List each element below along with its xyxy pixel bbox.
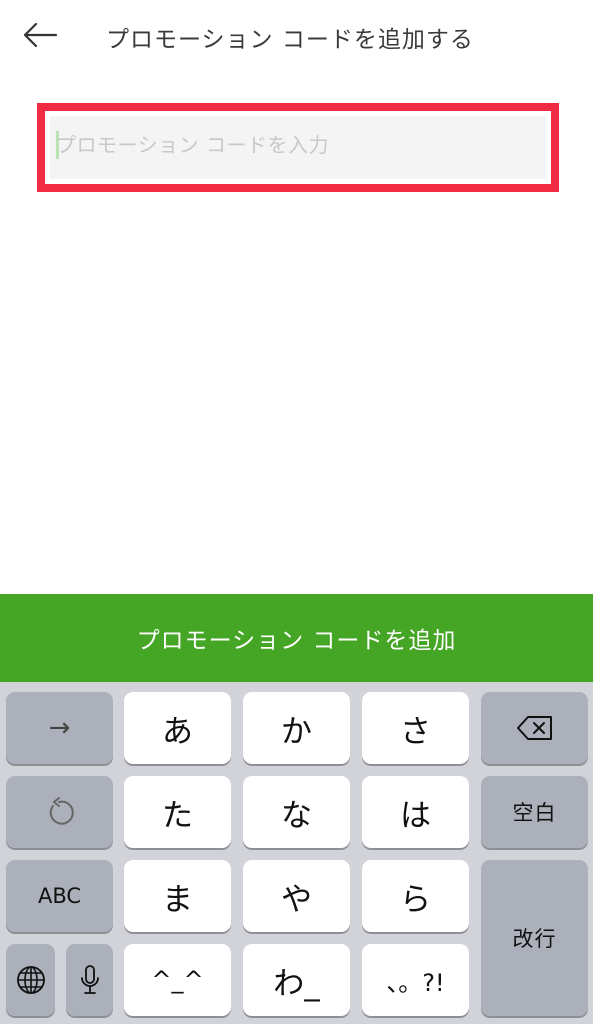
key-abc[interactable]: ABC — [6, 860, 113, 932]
key-return[interactable]: 改行 — [481, 860, 588, 1016]
key-ma[interactable]: ま — [124, 860, 231, 932]
key-ka[interactable]: か — [243, 692, 350, 764]
key-undo[interactable] — [6, 776, 113, 848]
key-microphone[interactable] — [66, 944, 113, 1016]
key-wa[interactable]: わ_ — [243, 944, 350, 1016]
back-arrow-icon — [23, 22, 58, 48]
key-sa[interactable]: さ — [362, 692, 469, 764]
promo-code-screen: プロモーション コードを追加する プロモーション コードを追加 → あ か さ … — [0, 0, 593, 1024]
key-ha[interactable]: は — [362, 776, 469, 848]
back-button[interactable] — [18, 16, 62, 54]
globe-icon — [16, 966, 45, 994]
key-globe[interactable] — [6, 944, 55, 1016]
add-promo-code-button[interactable]: プロモーション コードを追加 — [0, 594, 593, 682]
key-na[interactable]: な — [243, 776, 350, 848]
key-punctuation[interactable]: 、。?! — [362, 944, 469, 1016]
key-backspace[interactable] — [481, 692, 588, 764]
promo-code-input[interactable] — [56, 126, 546, 164]
key-ya[interactable]: や — [243, 860, 350, 932]
page-title: プロモーション コードを追加する — [106, 27, 474, 53]
key-kaomoji[interactable]: ^_^ — [124, 944, 231, 1016]
undo-icon — [49, 797, 74, 825]
backspace-icon — [516, 716, 552, 740]
key-a[interactable]: あ — [124, 692, 231, 764]
key-space[interactable]: 空白 — [481, 776, 588, 848]
key-ta[interactable]: た — [124, 776, 231, 848]
key-ra[interactable]: ら — [362, 860, 469, 932]
key-next-arrow[interactable]: → — [6, 692, 113, 764]
japanese-keyboard: → あ か さ た な は 空白 ABC ま や ら 改行 ^_^ わ_ 、。?… — [0, 682, 593, 1024]
header: プロモーション コードを追加する — [0, 0, 593, 72]
microphone-icon — [80, 965, 99, 994]
